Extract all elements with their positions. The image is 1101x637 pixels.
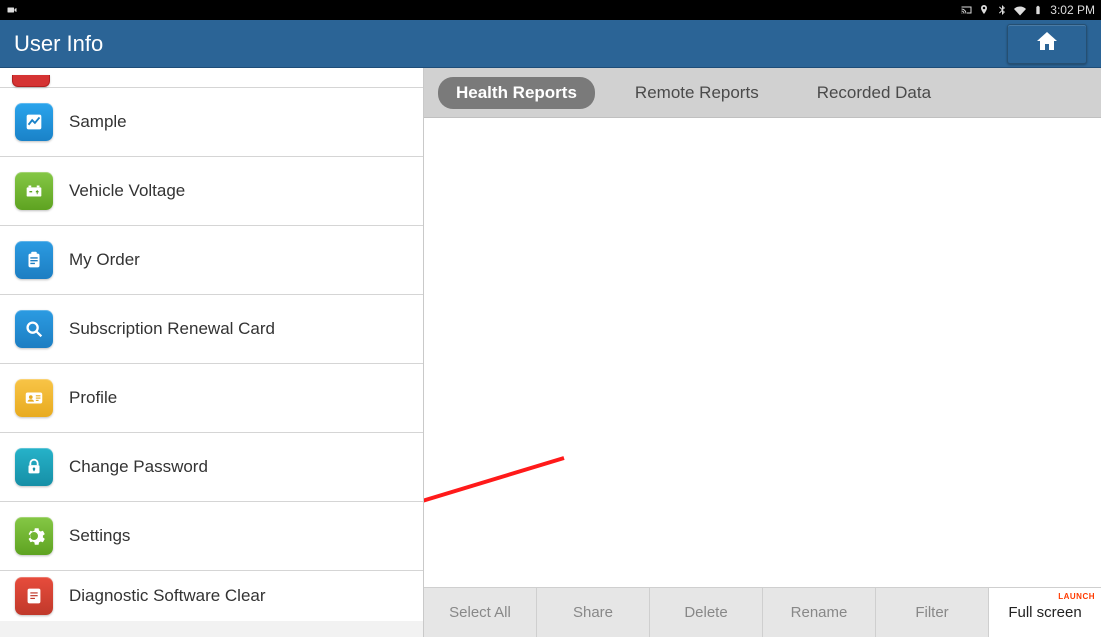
battery-icon <box>1032 4 1044 16</box>
gear-icon <box>15 517 53 555</box>
sidebar-item-subscription-renewal[interactable]: Subscription Renewal Card <box>0 295 423 364</box>
brand-watermark: LAUNCH <box>1058 592 1095 601</box>
sidebar-item-vehicle-voltage[interactable]: Vehicle Voltage <box>0 157 423 226</box>
battery-icon <box>15 172 53 210</box>
sidebar-item-label: Sample <box>69 112 127 132</box>
main-panel: Health Reports Remote Reports Recorded D… <box>424 68 1101 637</box>
full-screen-button[interactable]: Full screen LAUNCH <box>989 588 1101 637</box>
sidebar-item-label: Profile <box>69 388 117 408</box>
id-card-icon <box>15 379 53 417</box>
wifi-icon <box>1014 4 1026 16</box>
filter-button[interactable]: Filter <box>876 588 989 637</box>
sidebar-item-diagnostic-clear[interactable]: Diagnostic Software Clear <box>0 571 423 621</box>
app-header: User Info <box>0 20 1101 68</box>
sidebar-item-label: Settings <box>69 526 130 546</box>
bluetooth-icon <box>996 4 1008 16</box>
clipboard-icon <box>15 241 53 279</box>
share-button[interactable]: Share <box>537 588 650 637</box>
document-icon <box>15 577 53 615</box>
home-button[interactable] <box>1007 24 1087 64</box>
sidebar-item-label: Diagnostic Software Clear <box>69 586 266 606</box>
full-screen-label: Full screen <box>1008 604 1081 621</box>
tab-recorded-data[interactable]: Recorded Data <box>799 77 949 109</box>
home-icon <box>1035 29 1059 58</box>
lock-icon <box>15 448 53 486</box>
partial-previous-item[interactable] <box>0 68 423 88</box>
sidebar[interactable]: Sample Vehicle Voltage My Order Subscrip… <box>0 68 424 637</box>
location-icon <box>978 4 990 16</box>
tab-health-reports[interactable]: Health Reports <box>438 77 595 109</box>
android-status-bar: 3:02 PM <box>0 0 1101 20</box>
sidebar-item-my-order[interactable]: My Order <box>0 226 423 295</box>
sidebar-item-label: Change Password <box>69 457 208 477</box>
sidebar-item-sample[interactable]: Sample <box>0 88 423 157</box>
sidebar-item-settings[interactable]: Settings <box>0 502 423 571</box>
reports-list-area[interactable] <box>424 118 1101 587</box>
delete-button[interactable]: Delete <box>650 588 763 637</box>
partial-icon <box>12 75 50 87</box>
status-time: 3:02 PM <box>1050 3 1095 17</box>
cast-icon <box>960 4 972 16</box>
camera-icon <box>6 4 18 16</box>
chart-icon <box>15 103 53 141</box>
sidebar-item-label: My Order <box>69 250 140 270</box>
sidebar-item-label: Vehicle Voltage <box>69 181 185 201</box>
annotation-arrow <box>424 448 574 568</box>
tab-remote-reports[interactable]: Remote Reports <box>617 77 777 109</box>
action-bar: Select All Share Delete Rename Filter Fu… <box>424 587 1101 637</box>
page-title: User Info <box>14 31 103 57</box>
select-all-button[interactable]: Select All <box>424 588 537 637</box>
sidebar-item-change-password[interactable]: Change Password <box>0 433 423 502</box>
rename-button[interactable]: Rename <box>763 588 876 637</box>
sidebar-item-label: Subscription Renewal Card <box>69 319 275 339</box>
sidebar-item-profile[interactable]: Profile <box>0 364 423 433</box>
search-icon <box>15 310 53 348</box>
tabs-bar: Health Reports Remote Reports Recorded D… <box>424 68 1101 118</box>
